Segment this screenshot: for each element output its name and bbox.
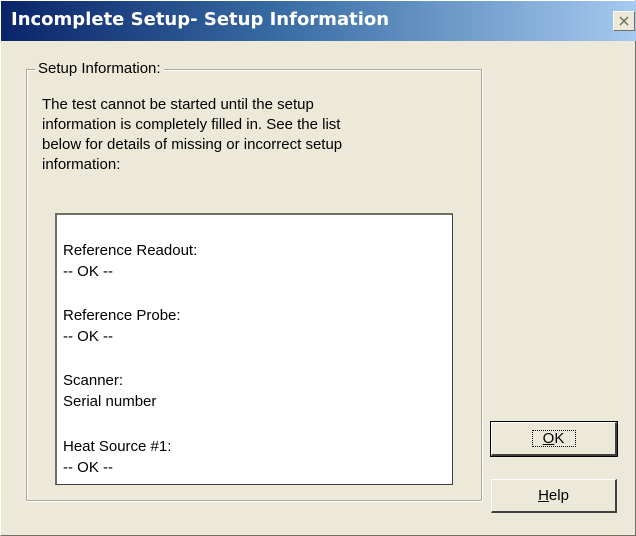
- list-item-heading: Reference Readout:: [63, 242, 198, 259]
- group-label: Setup Information:: [35, 60, 164, 78]
- ok-button[interactable]: OK: [490, 421, 618, 457]
- list-item-status: -- OK --: [63, 459, 113, 476]
- help-button[interactable]: Help: [491, 479, 617, 513]
- list-item-heading: Heat Source #1:: [63, 438, 172, 455]
- list-item-heading: Scanner:: [63, 372, 124, 389]
- close-button[interactable]: [613, 11, 635, 31]
- help-mnemonic: H: [538, 487, 549, 504]
- list-item-heading: Reference Probe:: [63, 307, 181, 324]
- setup-message-line: information:: [42, 156, 121, 173]
- close-icon: [619, 16, 629, 26]
- setup-message: The test cannot be started until the set…: [42, 95, 452, 175]
- setup-message-line: The test cannot be started until the set…: [42, 96, 314, 113]
- list-item-status: -- OK --: [63, 328, 113, 345]
- window-title: Incomplete Setup- Setup Information: [11, 9, 390, 30]
- help-label-rest: elp: [548, 487, 569, 504]
- missing-setup-listbox[interactable]: Reference Readout: -- OK -- Reference Pr…: [55, 213, 453, 485]
- dialog-window: Incomplete Setup- Setup Information Setu…: [0, 0, 636, 536]
- list-item-status: -- OK --: [63, 263, 113, 280]
- list-item-status: Serial number: [63, 393, 157, 410]
- focus-rectangle: [532, 430, 576, 447]
- setup-message-line: information is completely filled in. See…: [42, 116, 341, 133]
- title-bar[interactable]: Incomplete Setup- Setup Information: [1, 1, 636, 41]
- setup-message-line: below for details of missing or incorrec…: [42, 136, 343, 153]
